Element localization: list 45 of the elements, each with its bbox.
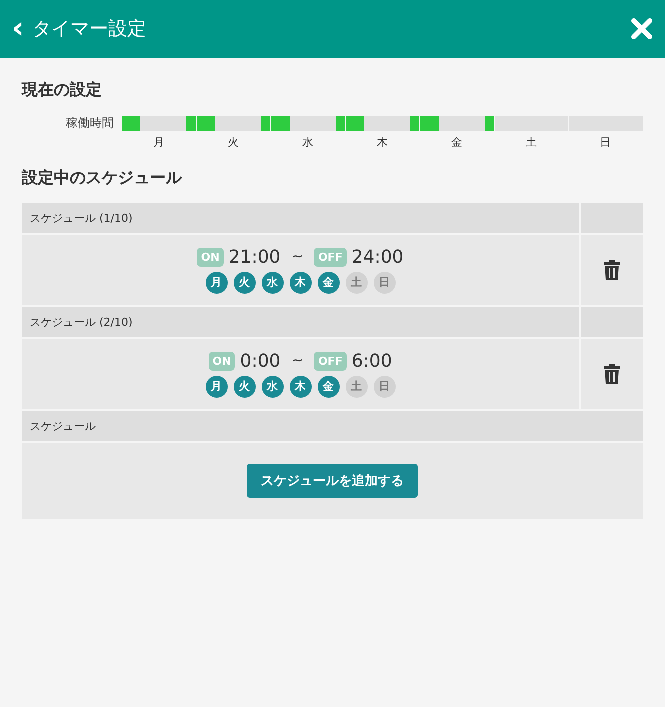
day-chip: 水 (262, 376, 284, 398)
day-chip: 日 (374, 272, 396, 294)
add-schedule-button[interactable]: スケジュールを追加する (247, 464, 418, 498)
day-chip: 火 (234, 376, 256, 398)
day-chip: 金 (318, 376, 340, 398)
off-badge: OFF (314, 352, 347, 370)
end-time: 6:00 (352, 350, 392, 372)
section-heading: 現在の設定 (22, 80, 103, 101)
on-badge: ON (208, 352, 236, 370)
day-label: 金 (450, 135, 464, 150)
back-button[interactable]: ‹ (12, 14, 24, 44)
schedule-header: スケジュール (2/10) (22, 307, 579, 337)
day-chip: 水 (262, 272, 284, 294)
day-chip: 土 (346, 376, 368, 398)
day-label: 火 (227, 135, 240, 150)
day-chip: 金 (318, 272, 340, 294)
day-chip: 月 (206, 376, 228, 398)
tilde: ~ (292, 249, 304, 265)
off-badge: OFF (314, 248, 347, 266)
day-label: 土 (524, 135, 538, 150)
day-chip: 日 (374, 376, 396, 398)
schedule-header: スケジュール (22, 411, 643, 441)
day-label: 日 (599, 135, 612, 150)
close-icon[interactable] (631, 18, 653, 40)
day-chip: 木 (290, 376, 312, 398)
active-segment (122, 116, 140, 131)
on-badge: ON (197, 248, 224, 266)
day-chip: 土 (346, 272, 368, 294)
start-time: 21:00 (228, 246, 281, 268)
day-label: 月 (152, 135, 166, 150)
day-chip: 木 (290, 272, 312, 294)
section-heading: 設定中のスケジュール (22, 168, 184, 189)
trash-icon[interactable] (603, 260, 621, 280)
row-label: 稼働時間 (65, 115, 115, 132)
schedule-header: スケジュール (1/10) (22, 203, 579, 233)
tilde: ~ (292, 353, 304, 369)
day-chip: 月 (206, 272, 228, 294)
end-time: 24:00 (352, 246, 404, 268)
start-time: 0:00 (240, 350, 281, 372)
active-segment (484, 116, 494, 131)
trash-icon[interactable] (603, 364, 621, 384)
window-title: タイマー設定 (32, 17, 148, 42)
day-label: 水 (302, 135, 315, 150)
day-chip: 火 (234, 272, 256, 294)
day-label: 木 (376, 135, 389, 150)
